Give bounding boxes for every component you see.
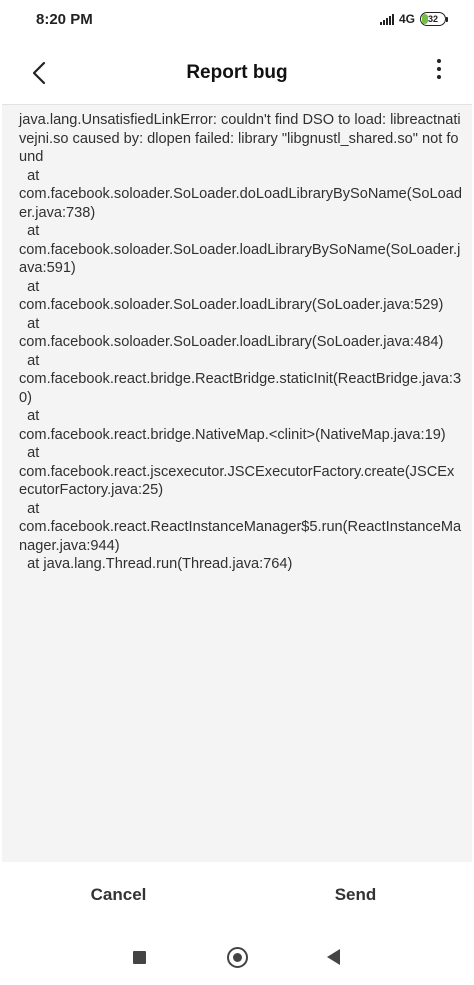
app-header: Report bug (0, 42, 474, 104)
report-bug-screen: 8:20 PM 4G 32 Report bug java.lang.Unsat… (0, 0, 474, 985)
triangle-back-icon (326, 949, 340, 965)
circle-home-icon (226, 946, 248, 968)
send-button[interactable]: Send (237, 862, 474, 928)
recents-button[interactable] (124, 942, 154, 972)
report-text: java.lang.UnsatisfiedLinkError: couldn't… (19, 112, 462, 572)
battery-level: 32 (427, 14, 438, 24)
nav-back-button[interactable] (318, 942, 348, 972)
status-time: 8:20 PM (36, 11, 93, 28)
battery-fill (422, 14, 428, 24)
status-indicators: 4G 32 (379, 12, 448, 26)
action-bar: Cancel Send (0, 862, 474, 928)
navigation-bar (0, 928, 474, 985)
network-type: 4G (398, 12, 415, 26)
home-button[interactable] (222, 942, 252, 972)
signal-icon (379, 13, 394, 25)
battery-icon: 32 (420, 12, 448, 26)
square-icon (132, 950, 146, 964)
status-bar: 8:20 PM 4G 32 (0, 0, 474, 42)
more-options-button[interactable] (426, 54, 452, 84)
report-text-area[interactable]: java.lang.UnsatisfiedLinkError: couldn't… (2, 104, 472, 862)
more-vertical-icon (437, 59, 441, 63)
cancel-button[interactable]: Cancel (0, 862, 237, 928)
page-title: Report bug (186, 62, 288, 83)
